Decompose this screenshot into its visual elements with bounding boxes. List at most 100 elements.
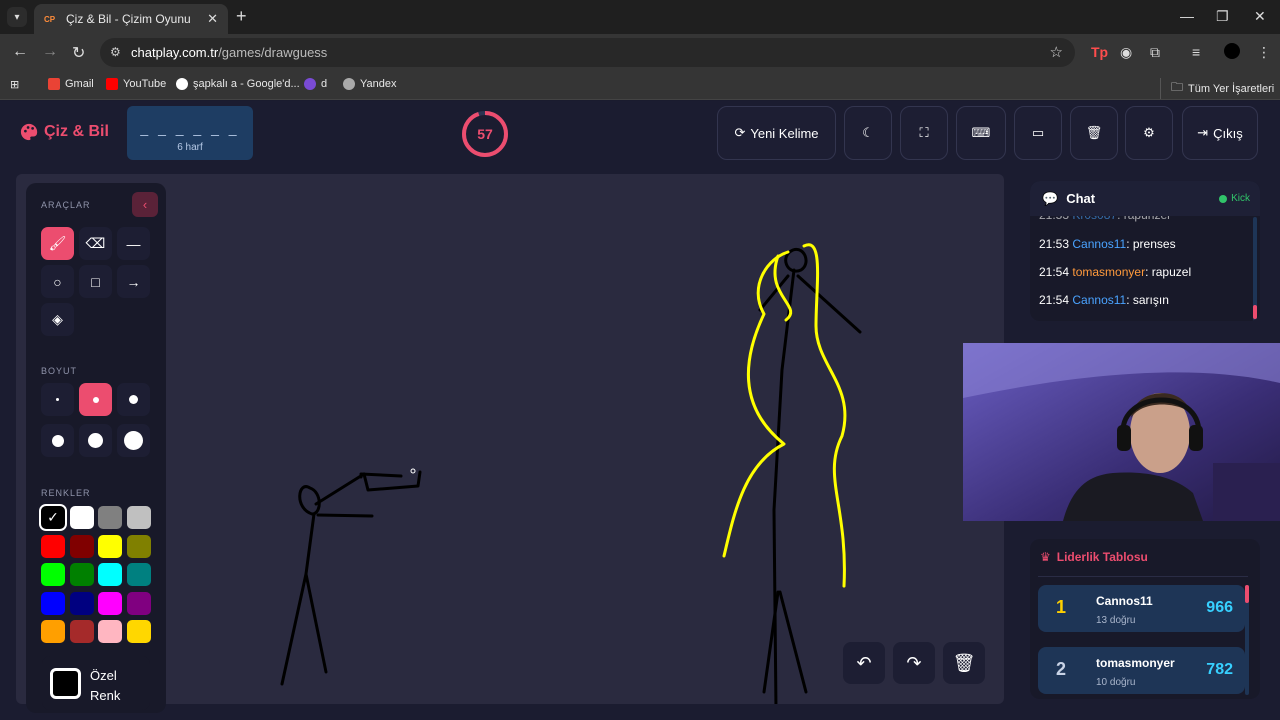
color-swatch[interactable] [69,620,94,643]
arrow-tool[interactable]: → [117,265,150,298]
word-hint-box: _ _ _ _ _ _ 6 harf [127,106,253,160]
bookmark-google[interactable]: şapkalı a - Google'd... [176,78,300,90]
color-swatch[interactable] [98,506,122,529]
size-dot [92,396,99,403]
color-swatch[interactable]: ✓ [39,504,67,531]
maximize-icon[interactable]: ❐ [1216,8,1229,25]
correct-count: 10 doğru [1096,677,1136,688]
color-swatch[interactable] [98,534,122,558]
color-swatch[interactable] [126,591,151,615]
color-swatch[interactable] [126,563,151,586]
size-2-button[interactable] [79,383,112,416]
color-swatch[interactable] [98,563,122,586]
extensions-puzzle-icon[interactable]: ⧉ [1150,44,1160,61]
word-length: 6 harf [177,142,203,153]
new-tab-button[interactable]: + [236,7,247,25]
redo-icon: ↷ [906,652,922,673]
brush-tool[interactable]: 🖌 [41,227,74,260]
size-3-button[interactable] [117,383,150,416]
size-6-button[interactable] [117,424,150,457]
address-bar[interactable]: ⚙ chatplay.com.tr/games/drawguess ☆ [100,38,1075,67]
bookmark-youtube[interactable]: YouTube [106,78,166,90]
archive-icon: ▭ [1031,125,1045,140]
chevron-left-icon: ‹ [142,197,148,212]
color-swatch[interactable] [69,563,94,586]
undo-button[interactable]: ↶ [843,642,885,684]
clear-header-button[interactable]: 🗑 [1070,106,1118,160]
browser-tab-strip: ▾ CP Çiz & Bil - Çizim Oyunu ✕ + — ❐ ✕ [0,0,1280,34]
media-control-icon[interactable]: ≡ [1192,44,1200,60]
minimize-icon[interactable]: — [1180,8,1194,24]
size-5-button[interactable] [79,424,112,457]
line-tool[interactable]: — [117,227,150,260]
size-1-button[interactable] [41,383,74,416]
extension-icon[interactable]: Tp [1091,44,1108,60]
color-swatch[interactable] [98,620,122,643]
game-app: Çiz & Bil _ _ _ _ _ _ 6 harf 57 ⟳ Yeni Ke… [0,101,1280,720]
chat-title: Chat [1066,191,1096,206]
tab-title: Çiz & Bil - Çizim Oyunu [66,12,191,26]
new-word-button[interactable]: ⟳ Yeni Kelime [717,106,836,160]
browser-tab[interactable]: CP Çiz & Bil - Çizim Oyunu ✕ [34,4,228,34]
tab-search-button[interactable]: ▾ [7,7,27,27]
bookmark-star-icon[interactable]: ☆ [1050,43,1063,61]
eraser-tool[interactable]: ⌫ [79,227,112,260]
color-swatch[interactable] [126,506,151,529]
color-swatch[interactable] [41,620,65,643]
profile-avatar[interactable] [1224,43,1240,59]
chat-scroll-thumb[interactable] [1253,305,1257,319]
leaderboard-scroll-thumb[interactable] [1245,585,1249,603]
leaderboard-panel: ♛ Liderlik Tablosu 1 Cannos11 13 doğru 96… [1030,539,1260,699]
color-swatch[interactable] [69,534,94,558]
globe-icon [343,78,355,90]
leaderboard-row: 1 Cannos11 13 doğru 966 [1038,585,1245,632]
bookmark-gmail[interactable]: Gmail [48,78,94,90]
fill-tool[interactable]: ◈ [41,303,74,336]
extension-avatar-icon[interactable]: ◉ [1120,44,1132,61]
dark-mode-button[interactable]: ☾ [844,106,892,160]
webcam-image [963,343,1280,521]
color-swatch[interactable] [41,534,65,558]
moon-icon: ☾ [862,125,874,140]
settings-button[interactable]: ⚙ [1125,106,1173,160]
redo-button[interactable]: ↷ [893,642,935,684]
color-swatch[interactable] [69,506,94,529]
app-logo[interactable]: Çiz & Bil [20,123,109,141]
menu-kebab-icon[interactable]: ⋮ [1257,44,1271,61]
color-swatch[interactable] [69,591,94,615]
color-swatch[interactable] [98,591,122,615]
refresh-icon: ⟳ [734,125,746,140]
site-info-icon[interactable]: ⚙ [110,45,121,59]
all-bookmarks[interactable]: 🗀 Tüm Yer İşaretleri [1160,78,1274,99]
fullscreen-button[interactable]: ⛶ [900,106,948,160]
exit-button[interactable]: ⇥ Çıkış [1182,106,1258,160]
color-swatch[interactable] [41,563,65,586]
rectangle-tool[interactable]: □ [79,265,112,298]
color-swatch[interactable] [126,534,151,558]
close-tab-icon[interactable]: ✕ [207,11,218,27]
chat-message: 21:54 Cannos11: sarışın [1039,293,1169,307]
color-swatch[interactable] [126,620,151,643]
keyboard-button[interactable]: ⌨ [956,106,1006,160]
size-4-button[interactable] [41,424,74,457]
chat-message: 21:53 Cannos11: prenses [1039,237,1176,251]
window-close-icon[interactable]: ✕ [1254,8,1266,25]
keyboard-icon: ⌨ [971,125,991,140]
logo-text: Çiz & Bil [44,123,109,140]
forward-icon[interactable]: → [42,43,58,61]
clear-canvas-button[interactable]: 🗑 [943,642,985,684]
apps-grid-icon[interactable]: ⊞ [10,78,19,91]
tool-panel: ARAÇLAR ‹ 🖌 ⌫ — ○ □ → ◈ BOYUT RENKLER ✓ … [26,183,166,713]
bookmark-yandex[interactable]: Yandex [343,78,397,90]
size-dot [129,395,138,404]
bookmark-d[interactable]: d [304,78,327,90]
circle-tool[interactable]: ○ [41,265,74,298]
reload-icon[interactable]: ↻ [72,43,85,63]
youtube-icon [106,78,118,90]
archive-button[interactable]: ▭ [1014,106,1062,160]
custom-color-button[interactable]: Özel Renk [42,656,150,710]
d-icon [304,78,316,90]
back-icon[interactable]: ← [12,43,28,61]
color-swatch[interactable] [41,591,65,615]
collapse-panel-button[interactable]: ‹ [132,192,158,217]
